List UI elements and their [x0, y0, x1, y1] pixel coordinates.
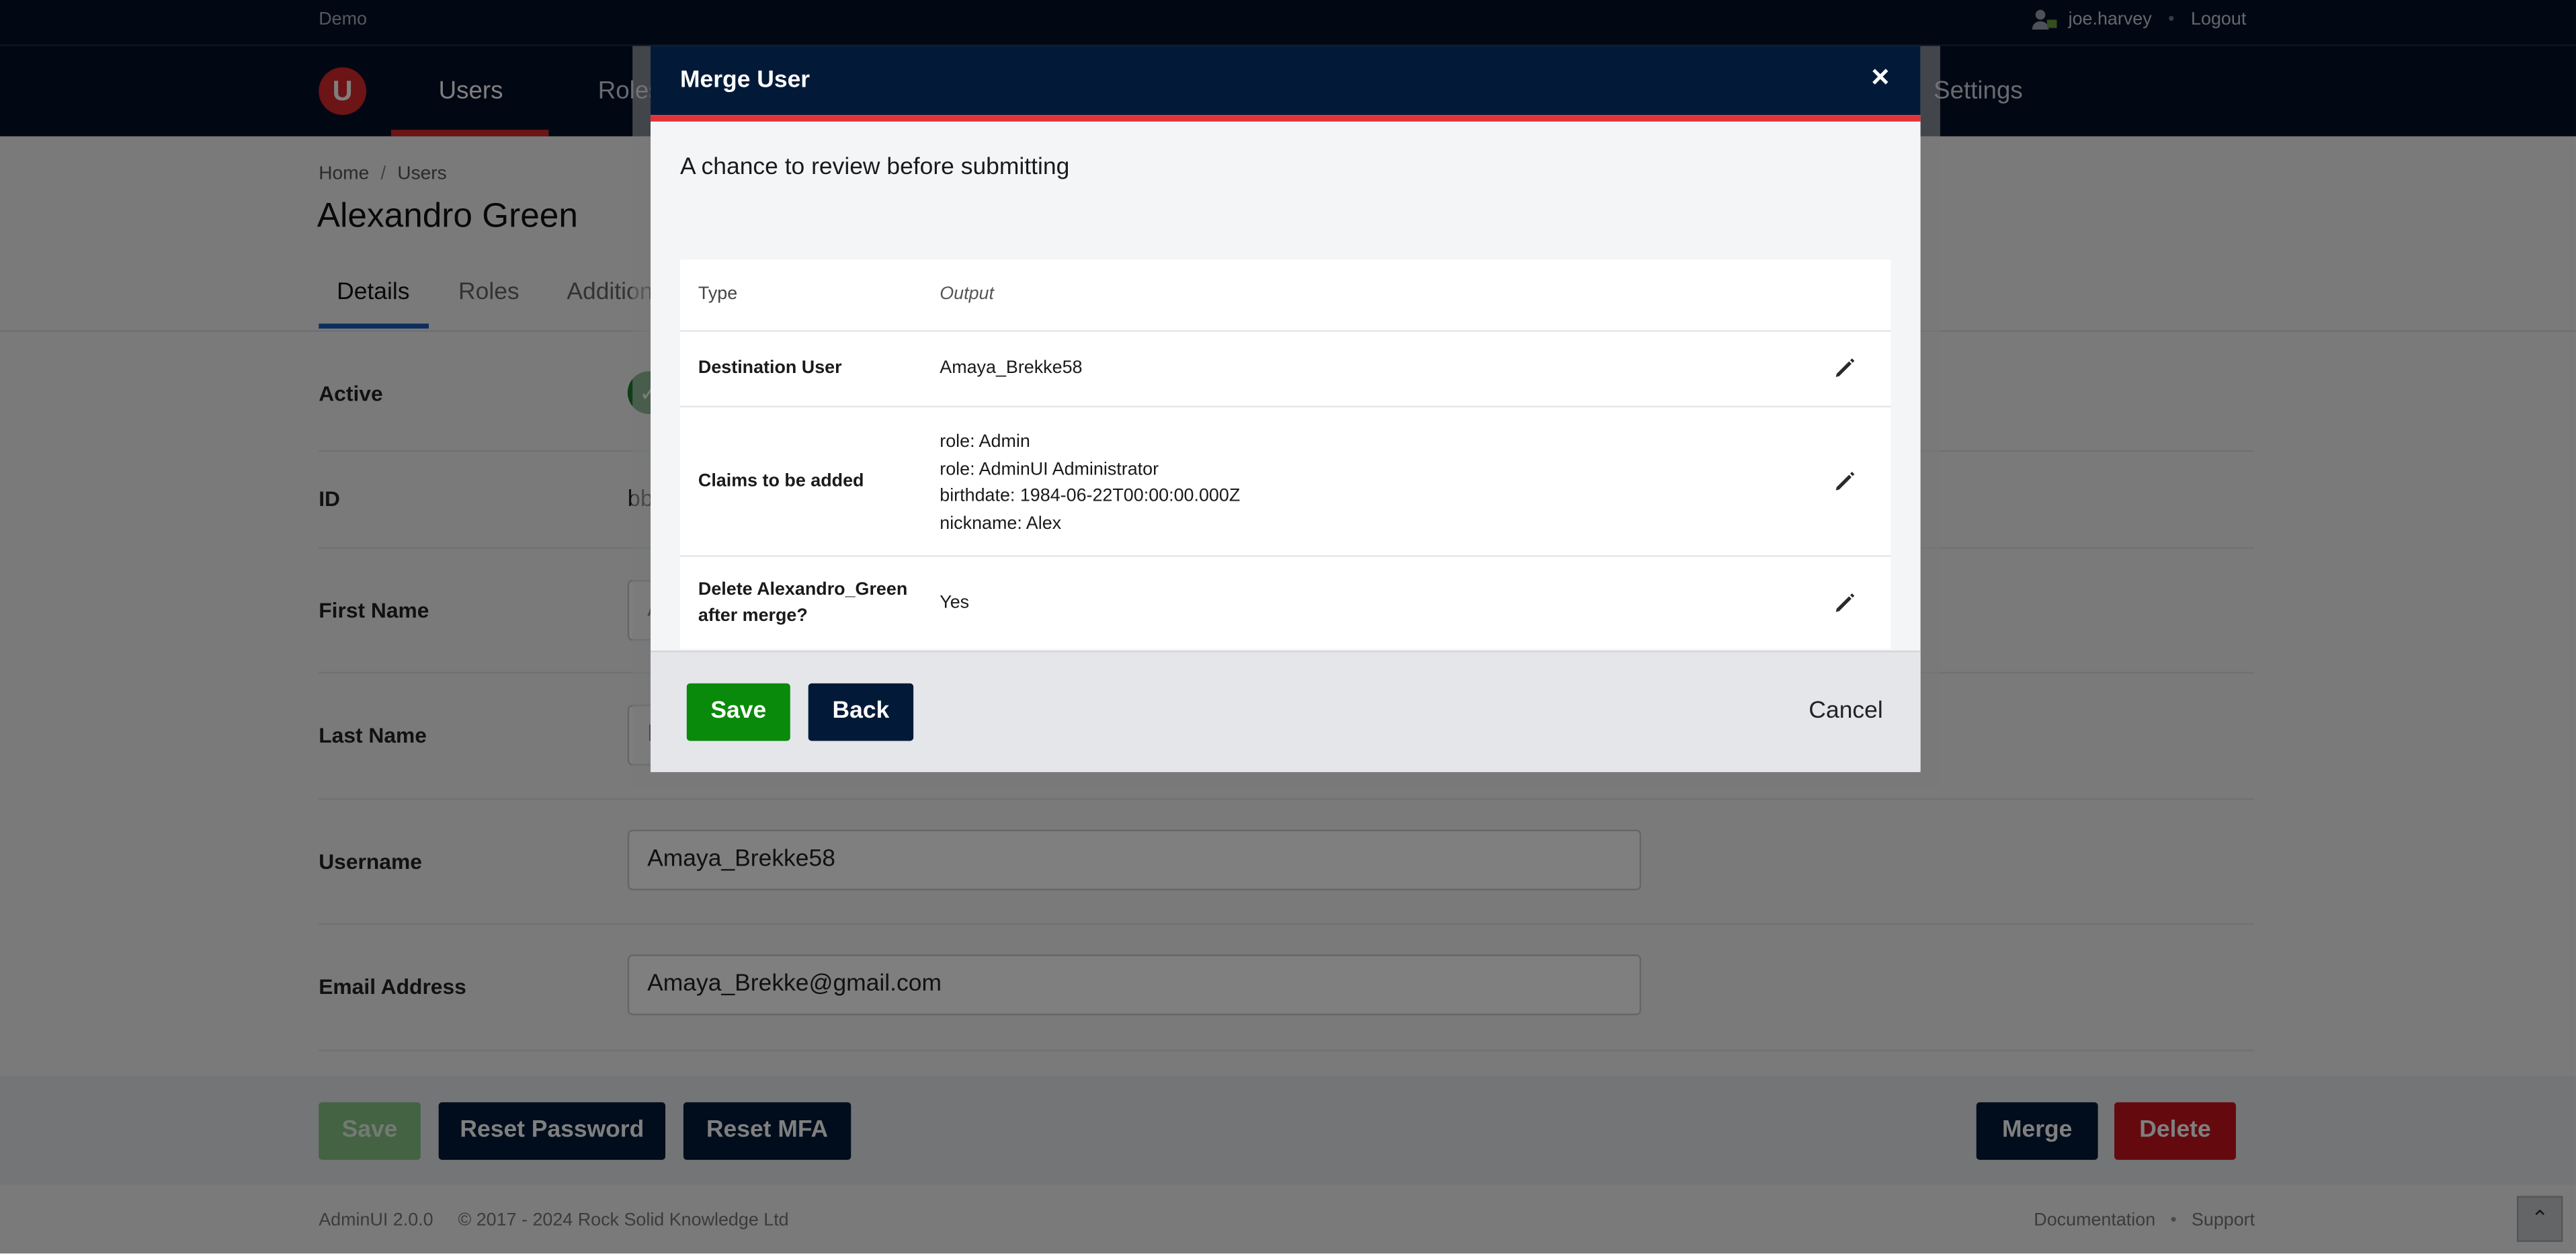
pencil-icon[interactable] — [1833, 470, 1856, 493]
output-line: birthdate: 1984-06-22T00:00:00.000Z — [940, 486, 1241, 506]
review-output: role: Admin role: AdminUI Administrator … — [940, 429, 1240, 537]
modal-subtitle: A chance to review before submitting — [680, 154, 1070, 181]
review-type: Delete Alexandro_Green after merge? — [698, 579, 908, 626]
review-header-type: Type — [698, 284, 738, 304]
modal-back-button[interactable]: Back — [808, 683, 914, 741]
merge-user-modal: Merge User × A chance to review before s… — [651, 46, 1921, 772]
output-line: Amaya_Brekke58 — [940, 358, 1083, 378]
modal-header: Merge User × — [651, 46, 1921, 116]
review-row: Destination User Amaya_Brekke58 — [680, 332, 1891, 408]
review-row: Claims to be added role: Admin role: Adm… — [680, 407, 1891, 557]
modal-footer: Save Back Cancel — [651, 651, 1921, 772]
review-type: Claims to be added — [698, 471, 864, 491]
output-line: Yes — [940, 593, 970, 613]
review-output: Amaya_Brekke58 — [940, 355, 1082, 382]
review-header-row: Type Output — [680, 259, 1891, 332]
modal-accent-line — [651, 115, 1921, 122]
review-header-output: Output — [940, 284, 994, 304]
modal-save-button[interactable]: Save — [686, 683, 790, 741]
review-type: Destination User — [698, 358, 842, 378]
output-line: role: AdminUI Administrator — [940, 459, 1159, 479]
output-line: nickname: Alex — [940, 513, 1062, 534]
output-line: role: Admin — [940, 431, 1030, 452]
review-table: Type Output Destination User Amaya_Brekk… — [680, 259, 1891, 649]
review-row: Delete Alexandro_Green after merge? Yes — [680, 557, 1891, 649]
modal-cancel-button[interactable]: Cancel — [1809, 698, 1882, 724]
pencil-icon[interactable] — [1833, 591, 1856, 614]
pencil-icon[interactable] — [1833, 356, 1856, 379]
close-icon[interactable]: × — [1871, 60, 1889, 97]
modal-title: Merge User — [680, 67, 811, 94]
review-output: Yes — [940, 590, 969, 617]
